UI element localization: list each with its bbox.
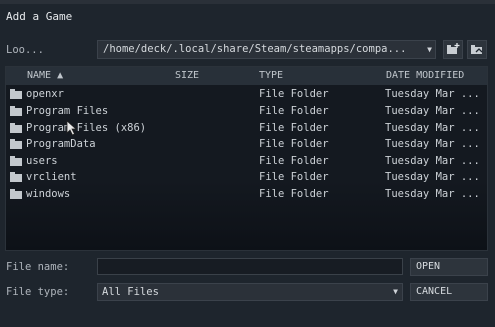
- list-item[interactable]: ProgramData File Folder Tuesday Mar ...: [6, 137, 487, 153]
- item-type: File Folder: [259, 105, 329, 117]
- item-type: File Folder: [259, 171, 329, 183]
- item-name: Program Files: [26, 105, 109, 117]
- item-type: File Folder: [259, 122, 329, 134]
- list-item[interactable]: windows File Folder Tuesday Mar ...: [6, 187, 487, 203]
- new-folder-icon: [447, 43, 460, 54]
- dialog-title: Add a Game: [6, 10, 73, 23]
- folder-icon: [10, 156, 22, 166]
- file-name-label: File name:: [6, 261, 70, 273]
- item-type: File Folder: [259, 138, 329, 150]
- file-type-value: All Files: [102, 286, 159, 298]
- file-name-input[interactable]: [97, 258, 403, 275]
- cancel-button[interactable]: CANCEL: [410, 283, 488, 301]
- item-date: Tuesday Mar ...: [385, 188, 480, 200]
- list-item[interactable]: vrclient File Folder Tuesday Mar ...: [6, 170, 487, 186]
- item-date: Tuesday Mar ...: [385, 155, 480, 167]
- item-date: Tuesday Mar ...: [385, 105, 480, 117]
- list-item[interactable]: Program Files (x86) File Folder Tuesday …: [6, 121, 487, 137]
- list-item[interactable]: users File Folder Tuesday Mar ...: [6, 154, 487, 170]
- file-type-select[interactable]: All Files ▼: [97, 283, 403, 301]
- file-type-label: File type:: [6, 286, 70, 298]
- folder-icon: [10, 172, 22, 182]
- item-date: Tuesday Mar ...: [385, 122, 480, 134]
- look-in-path-text: /home/deck/.local/share/Steam/steamapps/…: [103, 43, 407, 55]
- folder-icon: [10, 123, 22, 133]
- parent-folder-button[interactable]: [467, 40, 487, 59]
- column-size-header[interactable]: SIZE: [175, 70, 199, 81]
- item-type: File Folder: [259, 88, 329, 100]
- item-date: Tuesday Mar ...: [385, 138, 480, 150]
- folder-icon: [10, 106, 22, 116]
- item-name: openxr: [26, 88, 64, 100]
- item-date: Tuesday Mar ...: [385, 171, 480, 183]
- column-date-header[interactable]: DATE MODIFIED: [386, 70, 464, 81]
- parent-folder-icon: [471, 45, 483, 54]
- item-name: windows: [26, 188, 71, 200]
- look-in-path-dropdown[interactable]: /home/deck/.local/share/Steam/steamapps/…: [97, 40, 436, 59]
- column-type-header[interactable]: TYPE: [259, 70, 283, 81]
- new-folder-button[interactable]: [443, 40, 463, 59]
- folder-icon: [10, 89, 22, 99]
- item-type: File Folder: [259, 155, 329, 167]
- item-name: vrclient: [26, 171, 77, 183]
- item-name: users: [26, 155, 58, 167]
- list-item[interactable]: Program Files File Folder Tuesday Mar ..…: [6, 104, 487, 120]
- chevron-down-icon: ▼: [427, 45, 432, 54]
- chevron-down-icon: ▼: [393, 287, 398, 296]
- folder-icon: [10, 139, 22, 149]
- folder-icon: [10, 189, 22, 199]
- file-list[interactable]: NAME ▲ SIZE TYPE DATE MODIFIED openxr Fi…: [5, 66, 488, 251]
- item-type: File Folder: [259, 188, 329, 200]
- file-list-header: NAME ▲ SIZE TYPE DATE MODIFIED: [6, 67, 487, 85]
- column-name-header[interactable]: NAME ▲: [27, 70, 63, 81]
- item-name: Program Files (x86): [26, 122, 147, 134]
- open-button[interactable]: OPEN: [410, 258, 488, 276]
- list-item[interactable]: openxr File Folder Tuesday Mar ...: [6, 87, 487, 103]
- item-date: Tuesday Mar ...: [385, 88, 480, 100]
- item-name: ProgramData: [26, 138, 96, 150]
- look-in-label: Loo...: [6, 44, 44, 56]
- mouse-cursor-icon: [66, 120, 78, 136]
